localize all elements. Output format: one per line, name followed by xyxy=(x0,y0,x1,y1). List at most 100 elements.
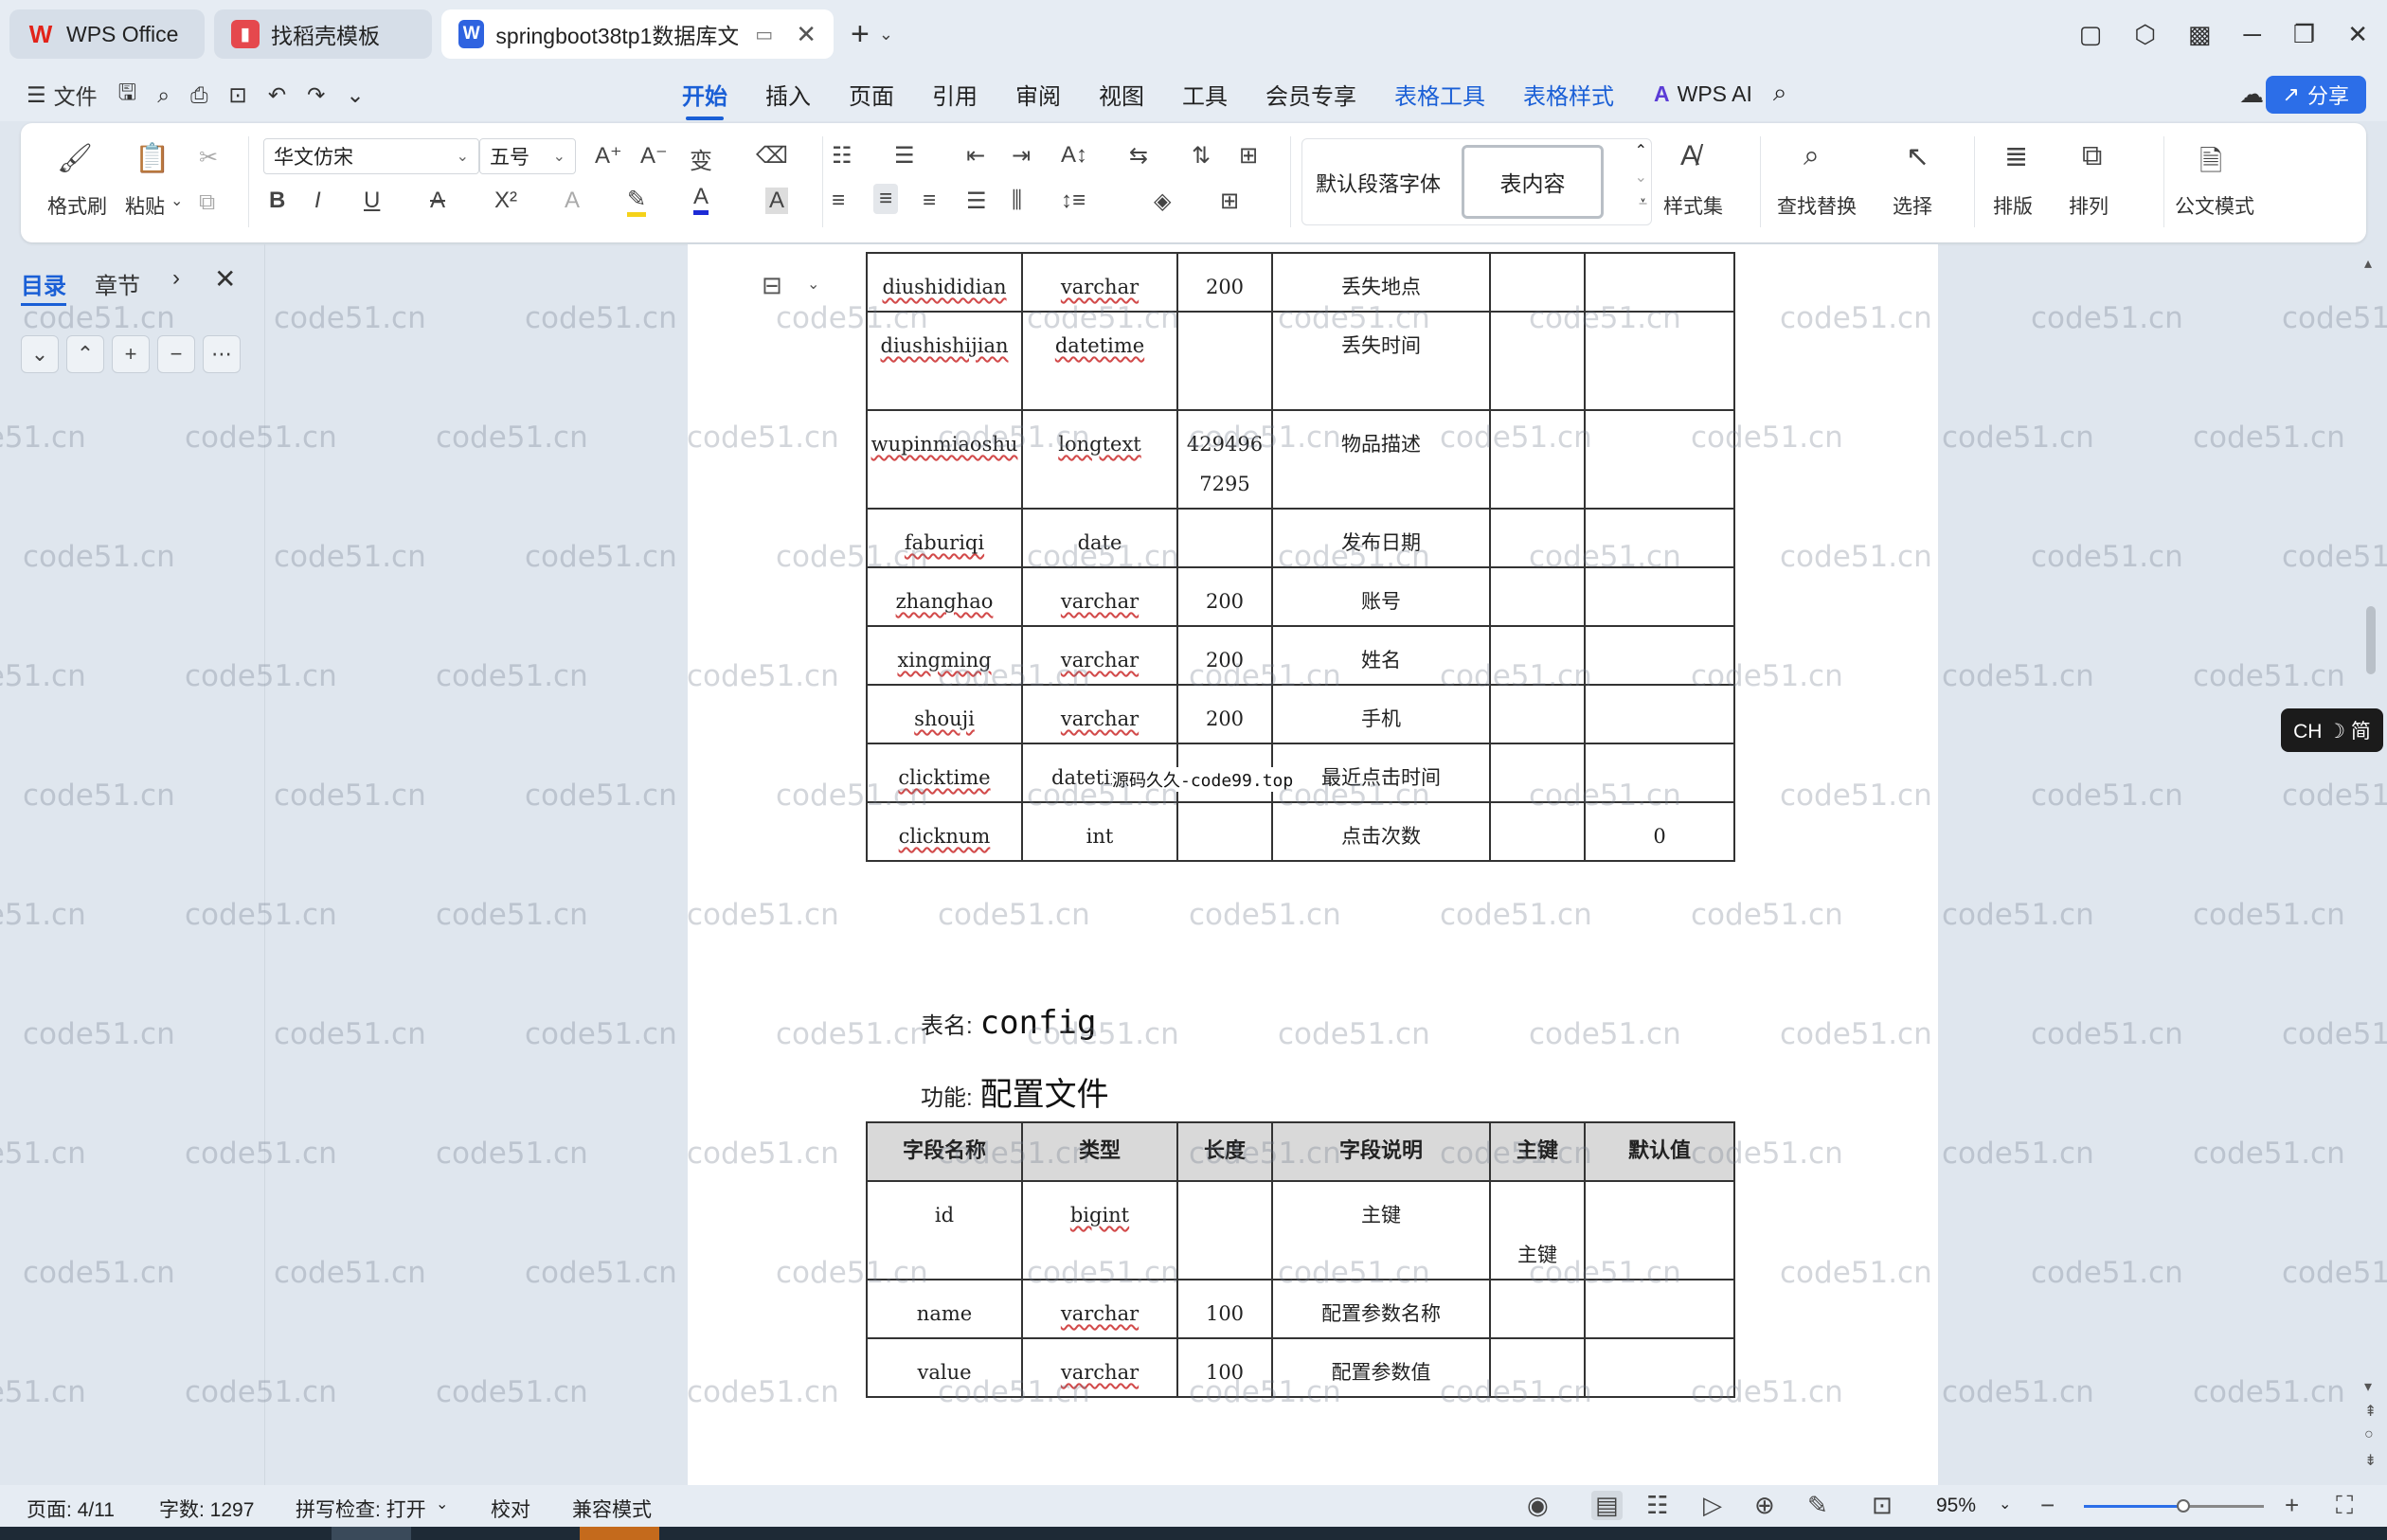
field-default[interactable] xyxy=(1584,566,1735,627)
customize-chevron-icon[interactable]: ⌄ xyxy=(346,82,364,108)
cut-icon[interactable]: ✂ xyxy=(199,144,218,171)
field-desc[interactable]: 点击次数 xyxy=(1271,801,1491,862)
field-length[interactable] xyxy=(1176,1180,1273,1280)
field-desc[interactable]: 配置参数名称 xyxy=(1271,1279,1491,1339)
chevron-down-icon[interactable]: ⌄ xyxy=(807,275,819,294)
italic-icon[interactable]: I xyxy=(314,188,321,214)
show-marks-icon[interactable]: ⊞ xyxy=(1239,142,1258,170)
more-options-button[interactable]: ⋯ xyxy=(203,335,241,373)
undo-icon[interactable]: ↶ xyxy=(268,82,286,108)
zoom-level[interactable]: 95% xyxy=(1936,1495,1976,1517)
web-view-icon[interactable]: ⊕ xyxy=(1754,1491,1775,1520)
field-pk[interactable] xyxy=(1489,1279,1586,1339)
field-default[interactable] xyxy=(1584,1337,1735,1398)
cloud-upload-icon[interactable]: ☁ xyxy=(2239,80,2264,109)
style-set-button[interactable]: 样式集 xyxy=(1663,191,1723,220)
borders-icon[interactable]: ⊞ xyxy=(1220,188,1239,215)
field-length[interactable]: 100 xyxy=(1176,1279,1273,1339)
next-page-icon[interactable]: ⇟ xyxy=(2364,1451,2377,1470)
search-icon[interactable]: ⌕ xyxy=(1773,78,1787,111)
redo-icon[interactable]: ↷ xyxy=(307,82,325,108)
field-desc[interactable]: 物品描述 xyxy=(1271,409,1491,510)
print-icon[interactable]: ⎙ xyxy=(190,82,207,108)
paste-icon[interactable]: 📋 xyxy=(135,142,170,175)
chevron-down-icon[interactable]: ⌄ xyxy=(879,25,893,45)
cursor-select-icon[interactable]: ↖ xyxy=(1906,140,1929,173)
align-right-icon[interactable]: ≡ xyxy=(923,188,936,214)
search-icon[interactable]: ⌕ xyxy=(1804,140,1820,172)
field-length[interactable]: 4294967295 xyxy=(1176,409,1273,510)
field-desc[interactable]: 最近点击时间 xyxy=(1271,743,1491,803)
field-name[interactable]: id xyxy=(866,1180,1023,1280)
field-default[interactable] xyxy=(1584,743,1735,803)
find-replace-button[interactable]: 查找替换 xyxy=(1777,191,1857,220)
official-doc-icon[interactable]: 🗎 xyxy=(2199,140,2222,188)
phonetic-guide-icon[interactable]: 变 xyxy=(690,142,712,175)
close-icon[interactable]: ✕ xyxy=(214,263,236,295)
highlight-icon[interactable]: ✎ xyxy=(627,188,647,217)
align-center-icon[interactable]: ≡ xyxy=(873,184,899,214)
ime-indicator[interactable]: CH ☽ 简 xyxy=(2281,708,2383,752)
cube-icon[interactable]: ⬡ xyxy=(2134,20,2156,49)
format-painter-button[interactable]: 格式刷 xyxy=(47,191,107,220)
zoom-slider-handle[interactable] xyxy=(2177,1499,2191,1513)
field-desc[interactable]: 丢失地点 xyxy=(1271,252,1491,313)
paragraph-marker-icon[interactable]: ⊟ xyxy=(762,271,782,300)
arrange-button[interactable]: 排列 xyxy=(2069,191,2109,220)
chevron-right-icon[interactable]: › xyxy=(172,265,180,292)
style-scroll-down-icon[interactable]: ⌄ xyxy=(1635,168,1647,187)
tab-document[interactable]: W springboot38tp1数据库文档 ▭ ✕ xyxy=(441,9,834,59)
distribute-icon[interactable]: ⫼ xyxy=(1012,188,1022,214)
field-default[interactable] xyxy=(1584,252,1735,313)
scroll-down-icon[interactable]: ▾ xyxy=(2364,1377,2372,1396)
field-name[interactable]: value xyxy=(866,1337,1023,1398)
field-pk[interactable]: 主键 xyxy=(1489,1180,1586,1280)
increase-indent-icon[interactable]: ⇥ xyxy=(1012,142,1031,170)
sort-icon[interactable]: ⇅ xyxy=(1192,142,1211,170)
line-spacing-icon[interactable]: ↕≡ xyxy=(1061,188,1086,214)
function-value[interactable]: 配置文件 xyxy=(980,1068,1109,1115)
remove-heading-button[interactable]: − xyxy=(157,335,195,373)
align-left-icon[interactable]: ≡ xyxy=(832,188,845,214)
field-length[interactable] xyxy=(1176,311,1273,411)
field-pk[interactable] xyxy=(1489,625,1586,686)
numbered-list-icon[interactable]: ☰ xyxy=(894,142,915,170)
official-mode-button[interactable]: 公文模式 xyxy=(2175,191,2254,220)
wps-ai-button[interactable]: A WPS AI xyxy=(1654,78,1752,111)
field-default[interactable]: 0 xyxy=(1584,801,1735,862)
field-length[interactable]: 200 xyxy=(1176,625,1273,686)
menu-tab-table-tools[interactable]: 表格工具 xyxy=(1394,78,1485,111)
copy-icon[interactable]: ⧉ xyxy=(199,189,215,216)
pen-icon[interactable]: ✎ xyxy=(1807,1491,1828,1520)
menu-tab-view[interactable]: 视图 xyxy=(1099,78,1144,111)
scroll-up-icon[interactable]: ▴ xyxy=(2364,254,2372,273)
outline-view-icon[interactable]: ☷ xyxy=(1646,1491,1668,1520)
menu-tab-insert[interactable]: 插入 xyxy=(765,78,811,111)
collapse-all-button[interactable]: ⌄ xyxy=(21,335,59,373)
print-preview-icon[interactable]: ⊡ xyxy=(229,82,247,108)
field-length[interactable]: 200 xyxy=(1176,252,1273,313)
convert-icon[interactable]: ⇆ xyxy=(1129,142,1148,170)
field-default[interactable] xyxy=(1584,311,1735,411)
field-desc[interactable]: 手机 xyxy=(1271,684,1491,744)
file-menu[interactable]: 文件 xyxy=(54,79,98,111)
format-painter-icon[interactable]: 🖌 xyxy=(57,142,93,175)
layout-button[interactable]: 排版 xyxy=(1993,191,2033,220)
table-name-value[interactable]: config xyxy=(980,1004,1097,1042)
spellcheck-toggle[interactable]: 拼写检查: 打开 xyxy=(296,1495,426,1523)
chevron-down-icon[interactable]: ⌄ xyxy=(436,1495,448,1513)
field-pk[interactable] xyxy=(1489,684,1586,744)
close-window-icon[interactable]: ✕ xyxy=(2347,20,2368,49)
menu-tab-references[interactable]: 引用 xyxy=(932,78,978,111)
page-view-icon[interactable]: ▤ xyxy=(1591,1491,1623,1520)
new-tab-plus-icon[interactable]: + xyxy=(851,16,870,53)
close-tab-icon[interactable]: ✕ xyxy=(796,20,817,49)
bullet-list-icon[interactable]: ☷ xyxy=(832,142,852,170)
paste-button[interactable]: 粘贴 xyxy=(125,191,165,220)
field-desc[interactable]: 配置参数值 xyxy=(1271,1337,1491,1398)
field-type[interactable]: date xyxy=(1021,508,1178,568)
arrange-icon[interactable]: ⧉ xyxy=(2082,140,2102,172)
tab-wps-office[interactable]: W WPS Office xyxy=(9,9,205,59)
tab-toc[interactable]: 目录 xyxy=(21,267,66,306)
field-pk[interactable] xyxy=(1489,409,1586,510)
